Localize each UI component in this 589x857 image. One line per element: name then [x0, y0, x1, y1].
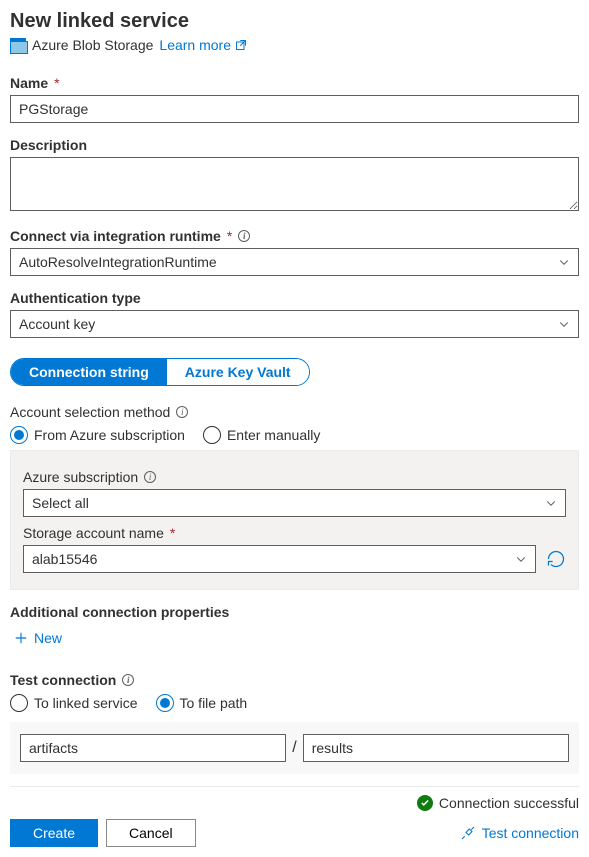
plug-icon: [460, 825, 476, 841]
storage-account-select[interactable]: alab15546: [23, 545, 536, 573]
runtime-select[interactable]: AutoResolveIntegrationRuntime: [10, 248, 579, 276]
chevron-down-icon: [515, 553, 527, 565]
name-input[interactable]: [10, 95, 579, 123]
test-connection-label: Test connection i: [10, 672, 579, 688]
page-title: New linked service: [10, 10, 579, 33]
blob-storage-icon: [10, 38, 26, 52]
auth-type-label: Authentication type: [10, 290, 579, 306]
cancel-button[interactable]: Cancel: [106, 819, 196, 847]
subscription-select[interactable]: Select all: [23, 489, 566, 517]
info-icon[interactable]: i: [122, 674, 134, 686]
name-label: Name*: [10, 75, 579, 91]
radio-from-subscription[interactable]: From Azure subscription: [10, 426, 185, 444]
path-input-2[interactable]: [303, 734, 569, 762]
status-text: Connection successful: [439, 795, 579, 811]
refresh-icon[interactable]: [546, 549, 566, 569]
chevron-down-icon: [545, 497, 557, 509]
add-new-button[interactable]: New: [10, 630, 62, 646]
path-row: /: [10, 722, 579, 774]
info-icon[interactable]: i: [176, 406, 188, 418]
chevron-down-icon: [558, 256, 570, 268]
storage-account-label: Storage account name*: [23, 525, 566, 541]
test-connection-button[interactable]: Test connection: [460, 825, 579, 841]
learn-more-link[interactable]: Learn more: [159, 37, 247, 53]
subscription-label: Azure subscription i: [23, 469, 566, 485]
additional-props-label: Additional connection properties: [10, 604, 579, 620]
plus-icon: [14, 631, 28, 645]
radio-to-file-path[interactable]: To file path: [156, 694, 248, 712]
service-type-label: Azure Blob Storage: [32, 37, 153, 53]
auth-tabs: Connection string Azure Key Vault: [10, 358, 310, 386]
tab-connection-string[interactable]: Connection string: [11, 359, 167, 385]
radio-to-service[interactable]: To linked service: [10, 694, 138, 712]
auth-type-select[interactable]: Account key: [10, 310, 579, 338]
external-link-icon: [235, 39, 247, 51]
info-icon[interactable]: i: [144, 471, 156, 483]
account-method-label: Account selection method i: [10, 404, 579, 420]
path-separator: /: [292, 739, 296, 757]
success-icon: [417, 795, 433, 811]
create-button[interactable]: Create: [10, 819, 98, 847]
radio-enter-manually[interactable]: Enter manually: [203, 426, 320, 444]
info-icon[interactable]: i: [238, 230, 250, 242]
status-row: Connection successful: [10, 795, 579, 811]
path-input-1[interactable]: [20, 734, 286, 762]
tab-key-vault[interactable]: Azure Key Vault: [167, 359, 309, 385]
runtime-label: Connect via integration runtime* i: [10, 228, 579, 244]
chevron-down-icon: [558, 318, 570, 330]
footer-divider: [10, 786, 579, 787]
subscription-panel: Azure subscription i Select all Storage …: [10, 450, 579, 590]
description-input[interactable]: [10, 157, 579, 211]
description-label: Description: [10, 137, 579, 153]
